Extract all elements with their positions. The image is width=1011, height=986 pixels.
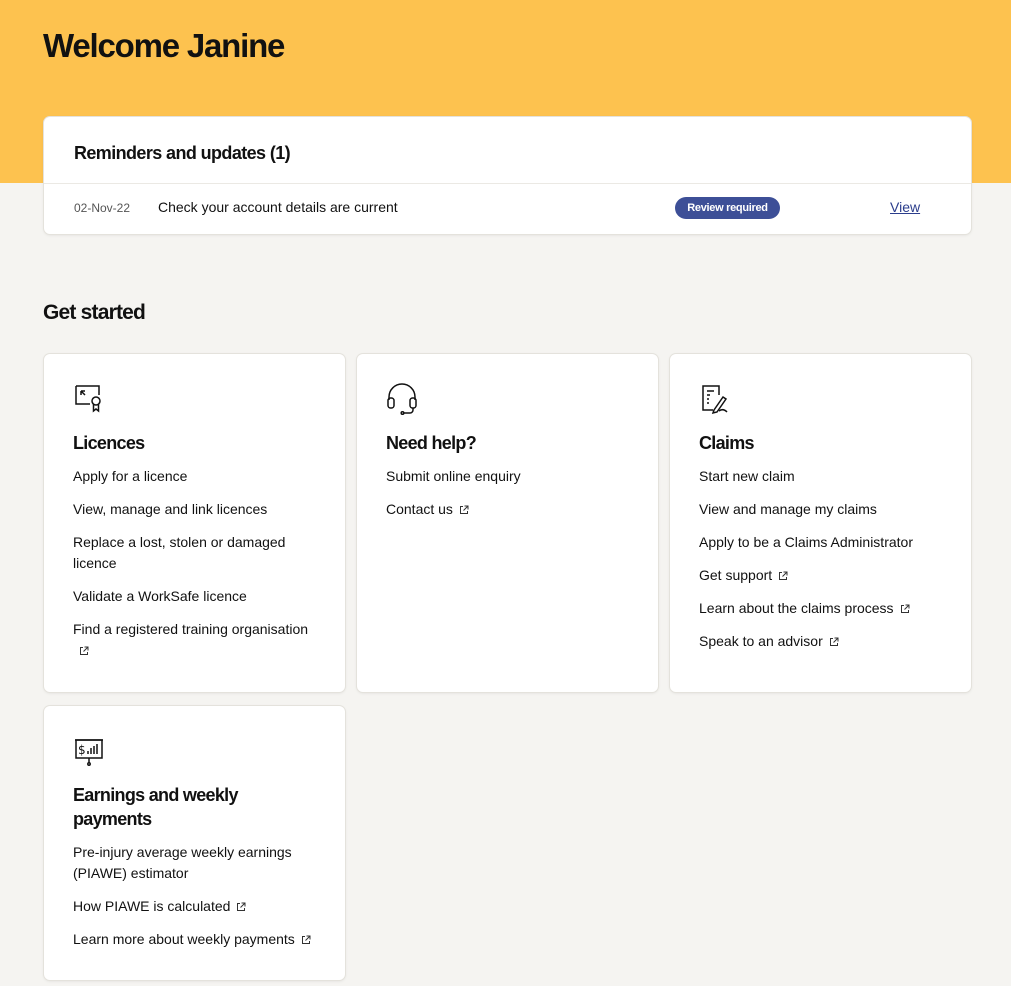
link-speak-to-advisor[interactable]: Speak to an advisor — [699, 631, 949, 652]
headset-icon — [386, 383, 418, 416]
page-title: Welcome Janine — [43, 27, 285, 64]
earnings-chart-icon: $ — [73, 735, 105, 767]
need-help-links: Submit online enquiry Contact us — [386, 466, 636, 532]
link-claims-administrator[interactable]: Apply to be a Claims Administrator — [699, 532, 949, 553]
link-find-rto[interactable]: Find a registered training organisation — [73, 619, 323, 661]
tile-title-need-help: Need help? — [386, 433, 477, 453]
link-get-support[interactable]: Get support — [699, 565, 949, 586]
external-link-icon — [778, 571, 788, 581]
reminder-text: Check your account details are current — [158, 199, 398, 215]
view-reminder-link[interactable]: View — [890, 199, 920, 215]
external-link-icon — [900, 604, 910, 614]
tile-title-claims: Claims — [699, 433, 755, 453]
get-started-title: Get started — [43, 301, 146, 324]
link-piawe-estimator[interactable]: Pre-injury average weekly earnings (PIAW… — [73, 842, 323, 884]
reminders-card: Reminders and updates (1) 02-Nov-22 Chec… — [44, 117, 971, 234]
tile-title-earnings: Earnings and weekly payments — [73, 785, 238, 829]
earnings-card: $ Earnings and weekly payments Pre-injur… — [44, 706, 345, 980]
external-link-icon — [459, 505, 469, 515]
reminders-title: Reminders and updates (1) — [74, 143, 291, 163]
claims-document-icon — [699, 383, 731, 415]
link-how-piawe-calculated[interactable]: How PIAWE is calculated — [73, 896, 323, 917]
claims-card: Claims Start new claim View and manage m… — [670, 354, 971, 692]
tile-title-licences: Licences — [73, 433, 145, 453]
link-replace-licence[interactable]: Replace a lost, stolen or damaged licenc… — [73, 532, 323, 574]
link-weekly-payments[interactable]: Learn more about weekly payments — [73, 929, 323, 950]
status-badge: Review required — [675, 197, 780, 219]
reminder-date: 02-Nov-22 — [74, 201, 131, 215]
link-apply-licence[interactable]: Apply for a licence — [73, 466, 323, 487]
licence-certificate-icon — [73, 383, 105, 415]
link-contact-us[interactable]: Contact us — [386, 499, 636, 520]
licences-links: Apply for a licence View, manage and lin… — [73, 466, 323, 673]
need-help-card: Need help? Submit online enquiry Contact… — [357, 354, 658, 692]
link-claims-process[interactable]: Learn about the claims process — [699, 598, 949, 619]
external-link-icon — [236, 902, 246, 912]
link-validate-licence[interactable]: Validate a WorkSafe licence — [73, 586, 323, 607]
svg-text:$: $ — [78, 743, 86, 757]
reminder-row: 02-Nov-22 Check your account details are… — [44, 184, 971, 234]
link-view-manage-licences[interactable]: View, manage and link licences — [73, 499, 323, 520]
claims-links: Start new claim View and manage my claim… — [699, 466, 949, 664]
licences-card: Licences Apply for a licence View, manag… — [44, 354, 345, 692]
link-start-new-claim[interactable]: Start new claim — [699, 466, 949, 487]
link-submit-enquiry[interactable]: Submit online enquiry — [386, 466, 636, 487]
external-link-icon — [829, 637, 839, 647]
link-view-manage-claims[interactable]: View and manage my claims — [699, 499, 949, 520]
earnings-links: Pre-injury average weekly earnings (PIAW… — [73, 842, 323, 962]
external-link-icon — [79, 646, 89, 656]
external-link-icon — [301, 935, 311, 945]
